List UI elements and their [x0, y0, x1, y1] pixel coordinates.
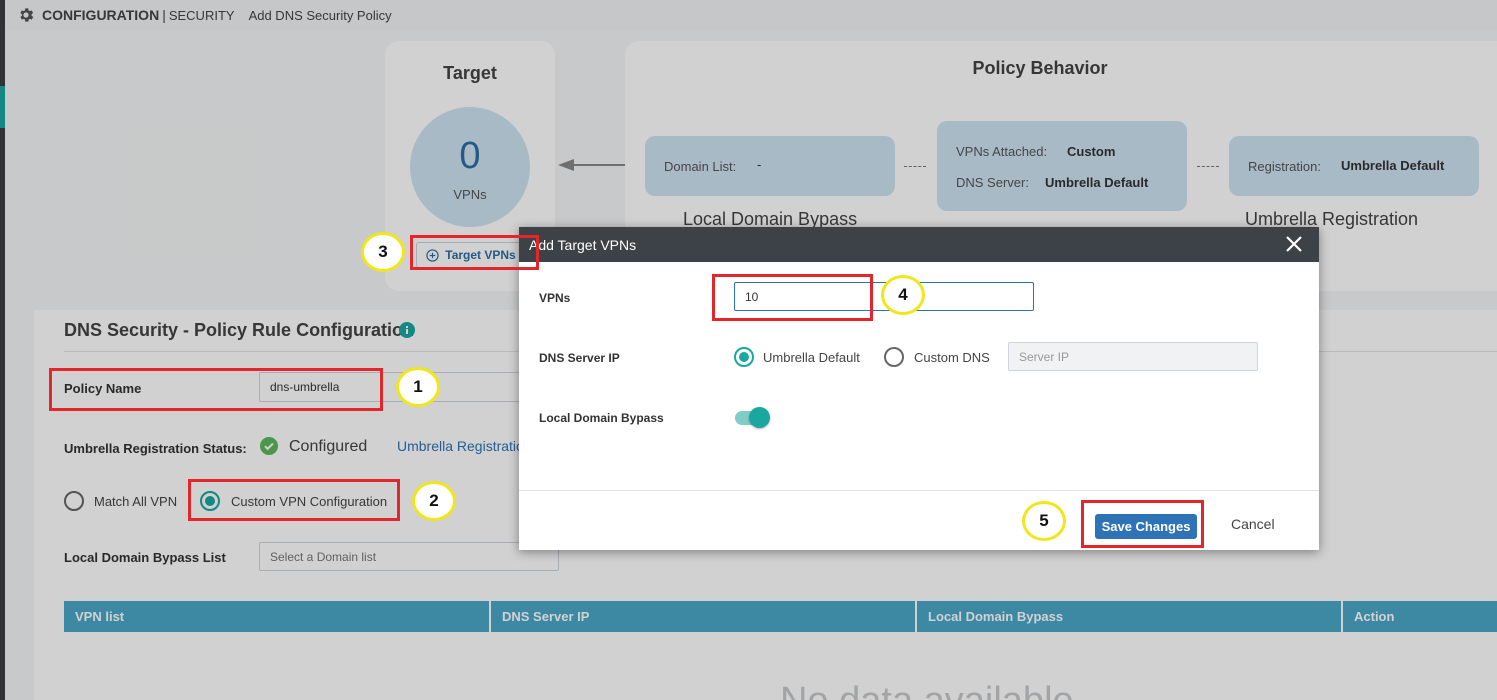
annotation-5: 5: [1022, 501, 1066, 541]
cancel-button[interactable]: Cancel: [1231, 516, 1275, 532]
highlight-custom-vpn: [188, 479, 400, 521]
local-domain-bypass-label: Local Domain Bypass: [539, 411, 664, 425]
dns-server-ip-label: DNS Server IP: [539, 351, 620, 365]
umbrella-default-label: Umbrella Default: [763, 350, 860, 365]
highlight-vpns-input: [712, 274, 873, 321]
vpns-label: VPNs: [539, 291, 571, 305]
annotation-3: 3: [361, 232, 405, 272]
server-ip-input[interactable]: Server IP: [1008, 342, 1258, 371]
annotation-4: 4: [881, 275, 925, 315]
modal-title: Add Target VPNs: [529, 236, 637, 253]
highlight-target-vpns: [410, 235, 539, 270]
modal-footer-divider: [519, 490, 1319, 491]
annotation-1: 1: [396, 367, 440, 407]
annotation-2: 2: [412, 481, 456, 521]
highlight-save-changes: [1081, 500, 1204, 548]
toggle-knob: [749, 407, 770, 428]
custom-dns-radio[interactable]: [884, 347, 904, 367]
local-domain-bypass-toggle[interactable]: [735, 407, 770, 428]
close-icon[interactable]: [1285, 235, 1303, 253]
modal-header: Add Target VPNs: [519, 227, 1319, 262]
umbrella-default-radio[interactable]: [734, 347, 754, 367]
custom-dns-label: Custom DNS: [914, 350, 990, 365]
highlight-policy-name: [49, 368, 383, 411]
